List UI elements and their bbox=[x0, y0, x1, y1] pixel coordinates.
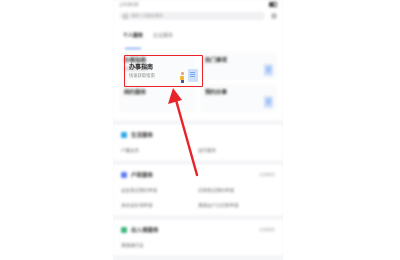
link-item[interactable]: 迁移登记预约申请 bbox=[198, 188, 275, 194]
card-online-service[interactable]: 网约服务 bbox=[119, 84, 196, 112]
highlighted-guide-card[interactable]: 办事指南 快速获取指南 bbox=[124, 55, 203, 87]
status-bar: 上午10:22 bbox=[113, 0, 283, 9]
link-item[interactable]: 出生登记预约申请 bbox=[121, 188, 198, 194]
link-item[interactable]: 身份证补领申请 bbox=[121, 203, 198, 209]
link-item[interactable]: 户籍业务 bbox=[121, 148, 198, 154]
tab-personal-services[interactable]: 个人服务 bbox=[123, 32, 143, 49]
status-right bbox=[267, 2, 277, 7]
section-title: 生活服务 bbox=[131, 133, 154, 139]
status-left: 上午10:22 bbox=[119, 2, 139, 8]
entry-exit-service-icon bbox=[121, 227, 127, 233]
link-item[interactable]: 出行服务 bbox=[198, 148, 275, 154]
chart-icon bbox=[259, 62, 273, 76]
card-appointment[interactable]: 预约办事 bbox=[200, 84, 277, 112]
section-household-services: 户政服务 全部服务 出生登记预约申请 迁移登记预约申请 身份证补领申请 港澳台户… bbox=[113, 165, 283, 215]
more-link[interactable]: 全部服务 bbox=[259, 227, 275, 233]
section-links: 户籍业务 出行服务 bbox=[121, 148, 275, 154]
search-row: 搜索人员服务事项 bbox=[113, 9, 283, 23]
search-placeholder: 搜索人员服务事项 bbox=[131, 13, 163, 18]
card-title: 网约服务 bbox=[124, 90, 147, 96]
section-life-services: 生活服务 户籍业务 出行服务 bbox=[113, 125, 283, 160]
battery-icon bbox=[269, 2, 277, 7]
search-icon bbox=[123, 13, 128, 19]
life-service-icon bbox=[121, 132, 127, 138]
tab-bar: 个人服务 企业服务 bbox=[113, 23, 283, 49]
person-icon bbox=[180, 72, 184, 83]
section-links: 港澳通行证 bbox=[121, 243, 275, 249]
link-item[interactable]: 港澳通行证 bbox=[121, 243, 198, 249]
section-entry-exit-services: 出入境服务 全部服务 港澳通行证 bbox=[113, 220, 283, 255]
blurred-app-content: 上午10:22 搜索人员服务事项 个人服务 企业服务 办事指南 快速获取指南 热… bbox=[113, 0, 283, 255]
phone-screen: 上午10:22 搜索人员服务事项 个人服务 企业服务 办事指南 快速获取指南 热… bbox=[113, 0, 283, 260]
tab-business-services[interactable]: 企业服务 bbox=[153, 32, 173, 46]
household-service-icon bbox=[121, 172, 127, 178]
section-title: 户政服务 bbox=[131, 173, 154, 179]
section-links: 出生登记预约申请 迁移登记预约申请 身份证补领申请 港澳台户口迁移申请 bbox=[121, 188, 275, 209]
guide-illustration-icon bbox=[178, 66, 198, 83]
search-input[interactable]: 搜索人员服务事项 bbox=[119, 12, 265, 20]
section-header: 生活服务 bbox=[121, 131, 275, 139]
more-link[interactable]: 全部服务 bbox=[259, 172, 275, 178]
document-icon bbox=[188, 69, 198, 82]
status-time: 上午10:22 bbox=[119, 1, 139, 7]
calendar-icon bbox=[259, 94, 273, 108]
link-item[interactable]: 港澳台户口迁移申请 bbox=[198, 203, 275, 209]
link-item[interactable] bbox=[198, 243, 275, 249]
section-header: 户政服务 全部服务 bbox=[121, 171, 275, 179]
section-header: 出入境服务 全部服务 bbox=[121, 226, 275, 234]
message-icon[interactable] bbox=[271, 13, 277, 19]
card-hot-items[interactable]: 热门事项 bbox=[200, 52, 277, 80]
section-title: 出入境服务 bbox=[131, 228, 159, 234]
